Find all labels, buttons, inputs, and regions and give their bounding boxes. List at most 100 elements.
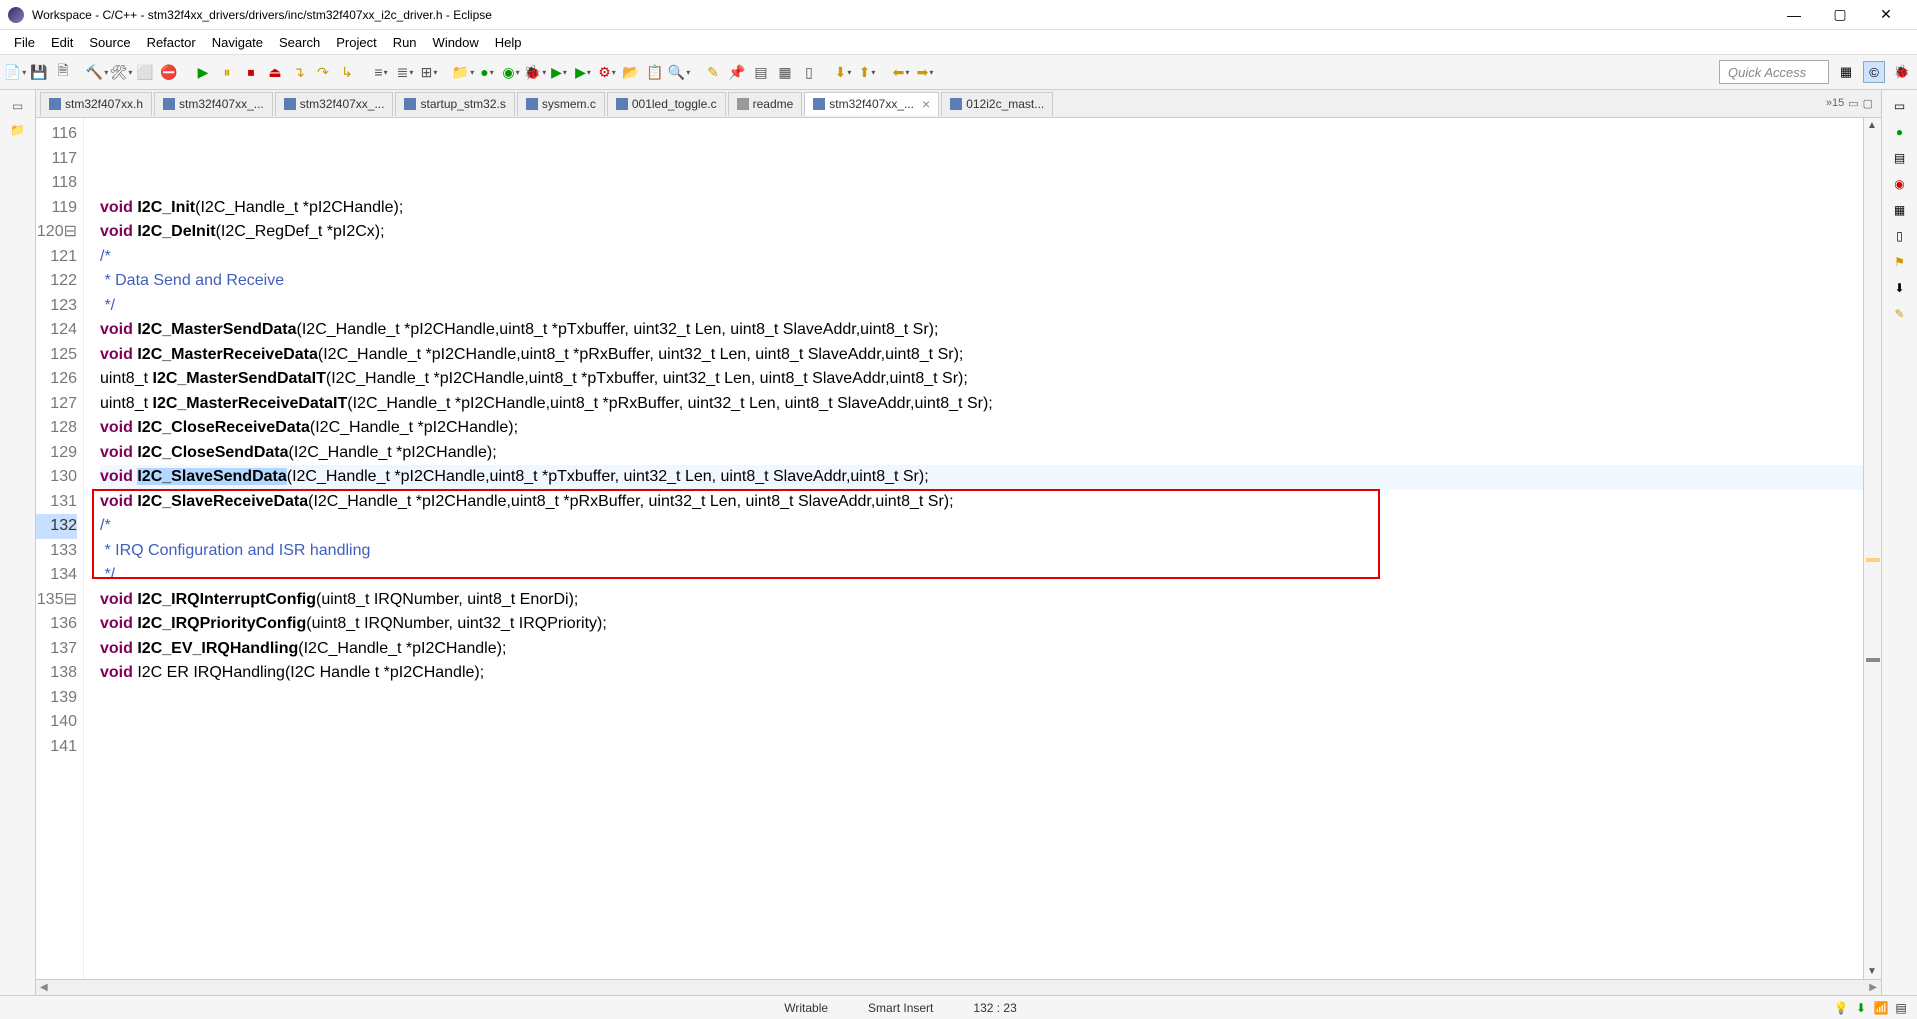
file-icon (49, 98, 61, 110)
updates-icon[interactable]: ⬇ (1853, 1000, 1869, 1016)
code-area[interactable]: void I2C_Init(I2C_Handle_t *pI2CHandle);… (96, 118, 1863, 979)
step-return-button[interactable]: ↳ (336, 61, 358, 83)
menu-refactor[interactable]: Refactor (139, 33, 204, 52)
new-button[interactable]: 📄 (4, 61, 26, 83)
task-view-icon[interactable]: ▤ (1892, 150, 1908, 166)
console-icon[interactable]: ✎ (1892, 306, 1908, 322)
disconnect-button[interactable]: ⏏ (264, 61, 286, 83)
menu-bar: File Edit Source Refactor Navigate Searc… (0, 30, 1917, 54)
include-browser-icon[interactable]: ▦ (1892, 202, 1908, 218)
align-right-button[interactable]: ≣ (394, 61, 416, 83)
debug-button[interactable]: 🐞 (524, 61, 546, 83)
tab-2[interactable]: stm32f407xx_... (275, 92, 394, 116)
fold-column[interactable] (84, 118, 96, 979)
overview-status-icon[interactable]: ▤ (1893, 1000, 1909, 1016)
right-view-bar: ▭ ● ▤ ◉ ▦ ▯ ⚑ ⬇ ✎ (1881, 90, 1917, 995)
left-view-bar: ▭ 📁 (0, 90, 36, 995)
resume-button[interactable]: ▶ (192, 61, 214, 83)
pin-button[interactable]: 📌 (726, 61, 748, 83)
block-select-button[interactable]: ▯ (798, 61, 820, 83)
next-annotation-button[interactable]: ⬇ (832, 61, 854, 83)
save-button[interactable]: 💾 (28, 61, 50, 83)
close-tab-icon[interactable]: × (922, 96, 930, 112)
build-config-button[interactable]: 🛠 (110, 61, 132, 83)
search-toolbar-button[interactable]: 🔍 (668, 61, 690, 83)
outline-view-icon[interactable]: ● (1892, 124, 1908, 140)
scroll-right-icon[interactable]: ▶ (1869, 982, 1877, 993)
call-hierarchy-icon[interactable]: ▯ (1892, 228, 1908, 244)
tab-6[interactable]: readme (728, 92, 803, 116)
project-explorer-icon[interactable]: 📁 (10, 122, 26, 138)
horizontal-scrollbar[interactable]: ◀▶ (36, 979, 1881, 995)
new-class-button[interactable]: ● (476, 61, 498, 83)
step-over-button[interactable]: ↷ (312, 61, 334, 83)
maximize-button[interactable]: ▢ (1817, 0, 1863, 30)
minimize-button[interactable]: — (1771, 0, 1817, 30)
open-type-button[interactable]: 📁 (452, 61, 474, 83)
step-into-button[interactable]: ↴ (288, 61, 310, 83)
profile-button[interactable]: ▶ (572, 61, 594, 83)
tab-7-active[interactable]: stm32f407xx_...× (804, 92, 939, 116)
scroll-left-icon[interactable]: ◀ (40, 982, 48, 993)
menu-source[interactable]: Source (81, 33, 138, 52)
menu-run[interactable]: Run (385, 33, 425, 52)
close-window-button[interactable]: ✕ (1863, 0, 1909, 30)
quick-access-input[interactable]: Quick Access (1719, 60, 1829, 84)
outline-button[interactable]: ▤ (750, 61, 772, 83)
build-target-button[interactable]: ⬜ (134, 61, 156, 83)
perspective-button[interactable]: ⊞ (418, 61, 440, 83)
minimize-view-icon[interactable]: ▭ (1848, 97, 1858, 110)
restore-right-icon[interactable]: ▭ (1892, 98, 1908, 114)
pause-button[interactable]: ⏸ (216, 61, 238, 83)
toggle-mark-button[interactable]: ✎ (702, 61, 724, 83)
tab-3[interactable]: startup_stm32.s (395, 92, 514, 116)
problems-icon[interactable]: ⬇ (1892, 280, 1908, 296)
c-cpp-perspective-button[interactable]: © (1863, 61, 1885, 83)
menu-project[interactable]: Project (328, 33, 384, 52)
menu-search[interactable]: Search (271, 33, 328, 52)
menu-window[interactable]: Window (425, 33, 487, 52)
scroll-down-icon[interactable]: ▼ (1867, 966, 1877, 977)
prev-annotation-button[interactable]: ⬆ (856, 61, 878, 83)
separator-icon (442, 61, 450, 83)
tab-8[interactable]: 012i2c_mast... (941, 92, 1053, 116)
debug-perspective-button[interactable]: 🐞 (1891, 61, 1913, 83)
open-perspective-button[interactable]: ▦ (1835, 61, 1857, 83)
scroll-up-icon[interactable]: ▲ (1867, 120, 1877, 131)
build-button[interactable]: 🔨 (86, 61, 108, 83)
back-button[interactable]: ⬅ (890, 61, 912, 83)
tab-0[interactable]: stm32f407xx.h (40, 92, 152, 116)
align-left-button[interactable]: ≡ (370, 61, 392, 83)
tab-4[interactable]: sysmem.c (517, 92, 605, 116)
build-targets-icon[interactable]: ◉ (1892, 176, 1908, 192)
external-tools-button[interactable]: ⚙ (596, 61, 618, 83)
tab-label: sysmem.c (542, 97, 596, 111)
task-list-button[interactable]: 📋 (644, 61, 666, 83)
tab-1[interactable]: stm32f407xx_... (154, 92, 273, 116)
stop-button[interactable]: ⏹ (240, 61, 262, 83)
line-number-gutter[interactable]: 116117118119120⊟121122123124125126127128… (36, 118, 84, 979)
overview-ruler[interactable]: ▲ ▼ (1863, 118, 1881, 979)
toggle-comment-button[interactable]: ▦ (774, 61, 796, 83)
menu-navigate[interactable]: Navigate (204, 33, 271, 52)
feed-icon[interactable]: 📶 (1873, 1000, 1889, 1016)
new-class-2-button[interactable]: ◉ (500, 61, 522, 83)
save-all-button[interactable]: 🗎 (52, 61, 74, 83)
overview-mark[interactable] (1866, 658, 1880, 662)
run-button[interactable]: ▶ (548, 61, 570, 83)
menu-file[interactable]: File (6, 33, 43, 52)
file-icon (616, 98, 628, 110)
restore-left-icon[interactable]: ▭ (10, 98, 26, 114)
skip-breakpoints-button[interactable]: ⛔ (158, 61, 180, 83)
menu-edit[interactable]: Edit (43, 33, 81, 52)
bookmarks-icon[interactable]: ⚑ (1892, 254, 1908, 270)
tabs-overflow-button[interactable]: »15 (1826, 97, 1844, 110)
menu-help[interactable]: Help (487, 33, 530, 52)
forward-button[interactable]: ➡ (914, 61, 936, 83)
overview-mark[interactable] (1866, 558, 1880, 562)
tab-5[interactable]: 001led_toggle.c (607, 92, 726, 116)
maximize-view-icon[interactable]: ▢ (1863, 97, 1873, 110)
tip-icon[interactable]: 💡 (1833, 1000, 1849, 1016)
open-task-button[interactable]: 📂 (620, 61, 642, 83)
toolbar: 📄 💾 🗎 🔨 🛠 ⬜ ⛔ ▶ ⏸ ⏹ ⏏ ↴ ↷ ↳ ≡ ≣ ⊞ 📁 ● ◉ … (0, 54, 1917, 90)
